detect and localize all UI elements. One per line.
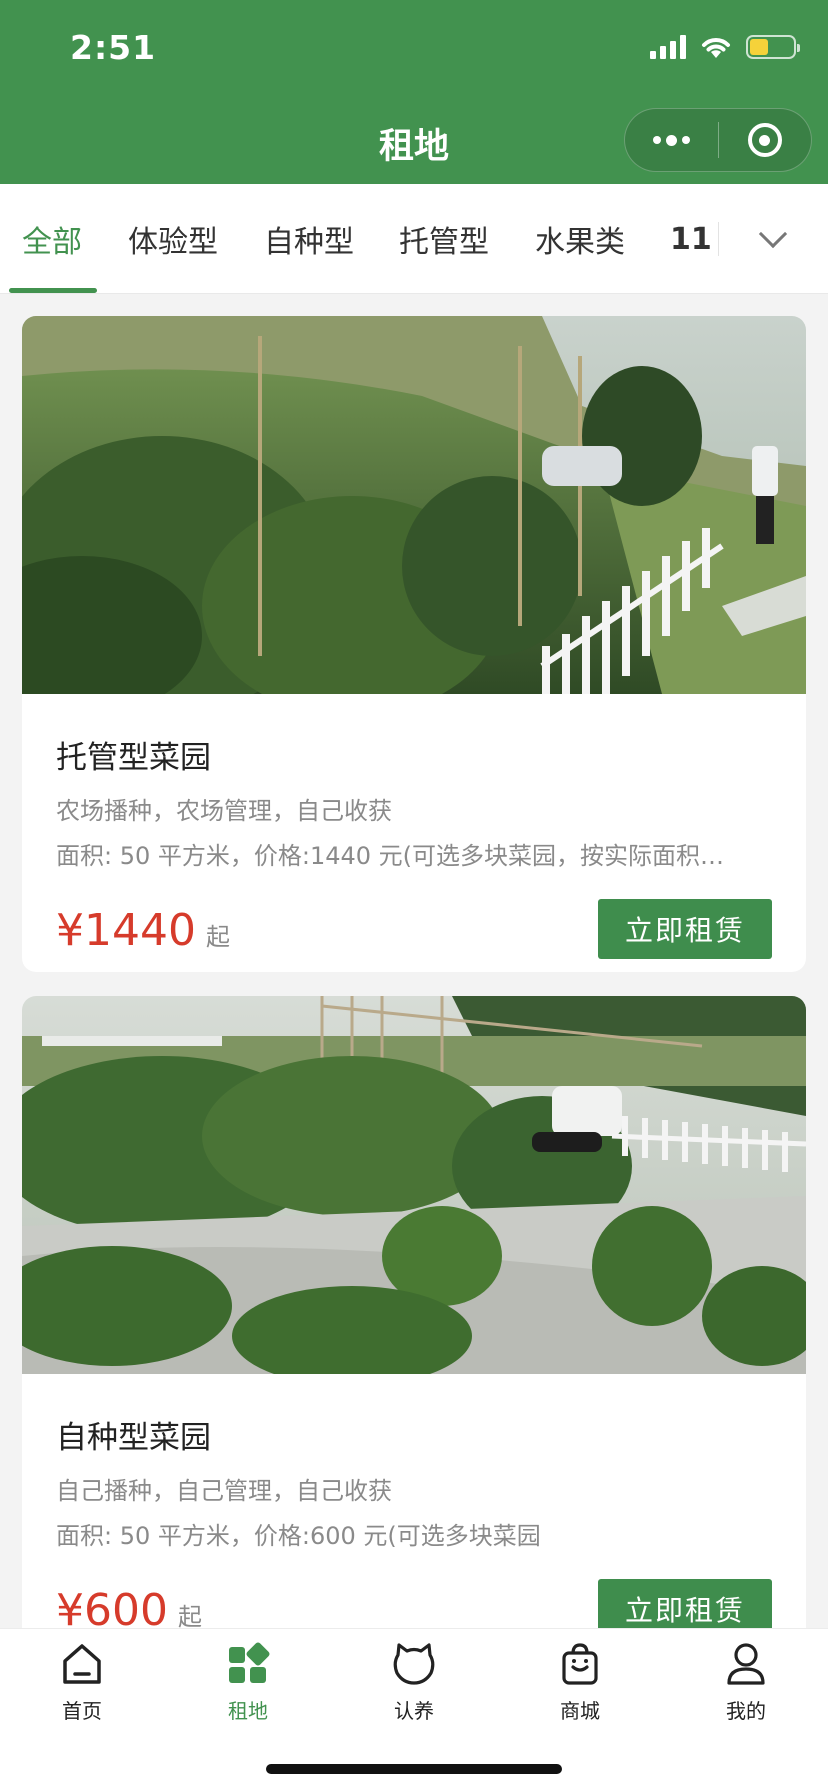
tab-managed[interactable]: 托管型 (399, 184, 489, 294)
chevron-down-icon (758, 219, 788, 249)
tabbar-item-shop[interactable]: 商城 (520, 1641, 640, 1724)
price-value: ¥1440 (56, 905, 196, 956)
tabbar-label: 租地 (228, 1699, 268, 1723)
garden-photo (22, 316, 806, 694)
tabbar-label: 我的 (726, 1699, 766, 1723)
tabbar-label: 认养 (394, 1699, 434, 1723)
card-footer: ¥1440 起 立即租赁 (56, 893, 772, 972)
price-suffix: 起 (205, 923, 230, 951)
card-description: 自己播种，自己管理，自己收获 (56, 1477, 392, 1505)
tabbar-label: 商城 (560, 1699, 600, 1723)
grid-icon (229, 1642, 270, 1683)
status-icons (650, 34, 800, 60)
tab-active-indicator (9, 288, 97, 293)
tab-11[interactable]: 11 (670, 184, 712, 294)
card-description: 农场播种，农场管理，自己收获 (56, 797, 392, 825)
tabbar-item-adopt[interactable]: 认养 (354, 1641, 474, 1724)
home-indicator (266, 1764, 562, 1774)
page: 2:51 租地 全部 体验型 自种型 托管型 水果类 11 托管型菜园 农场播种… (0, 0, 828, 1792)
target-icon (747, 123, 782, 157)
card-title: 自种型菜园 (56, 1420, 211, 1456)
tabbar-label: 首页 (62, 1699, 102, 1723)
more-button[interactable] (625, 109, 718, 171)
more-dots-icon (652, 134, 690, 146)
shopping-bag-icon (562, 1643, 598, 1685)
user-icon (727, 1643, 765, 1685)
garden-photo (22, 996, 806, 1374)
close-button[interactable] (719, 109, 812, 171)
category-tabs: 全部 体验型 自种型 托管型 水果类 11 (0, 184, 828, 294)
tabbar-item-rent[interactable]: 租地 (188, 1641, 308, 1724)
wifi-icon (702, 38, 730, 58)
header: 2:51 租地 (0, 0, 828, 184)
rent-now-button[interactable]: 立即租赁 (598, 899, 772, 959)
tabbar-item-home[interactable]: 首页 (22, 1641, 142, 1724)
battery-level (750, 39, 768, 55)
mini-program-capsule (624, 108, 812, 172)
tab-self-planting[interactable]: 自种型 (264, 184, 354, 294)
plot-card[interactable]: 自种型菜园 自己播种，自己管理，自己收获 面积: 50 平方米，价格:600 元… (22, 996, 806, 1696)
tab-all[interactable]: 全部 (22, 184, 82, 294)
tab-fruit[interactable]: 水果类 (535, 184, 625, 294)
home-icon (63, 1644, 101, 1684)
signal-icon (650, 35, 686, 59)
card-area-price: 面积: 50 平方米，价格:1440 元(可选多块菜园，按实际面积… (56, 842, 725, 870)
card-title: 托管型菜园 (56, 740, 211, 776)
price: ¥1440 起 (56, 905, 230, 956)
plot-card[interactable]: 托管型菜园 农场播种，农场管理，自己收获 面积: 50 平方米，价格:1440 … (22, 316, 806, 972)
price-suffix: 起 (177, 1603, 202, 1631)
card-area-price: 面积: 50 平方米，价格:600 元(可选多块菜园 (56, 1522, 541, 1550)
cat-icon (393, 1643, 435, 1685)
tabbar-item-mine[interactable]: 我的 (686, 1641, 806, 1724)
battery-icon (746, 35, 800, 59)
tab-experience[interactable]: 体验型 (128, 184, 218, 294)
tabs-expand-button[interactable] (718, 184, 828, 294)
card-body: 托管型菜园 农场播种，农场管理，自己收获 面积: 50 平方米，价格:1440 … (22, 732, 806, 972)
status-time: 2:51 (70, 28, 157, 67)
